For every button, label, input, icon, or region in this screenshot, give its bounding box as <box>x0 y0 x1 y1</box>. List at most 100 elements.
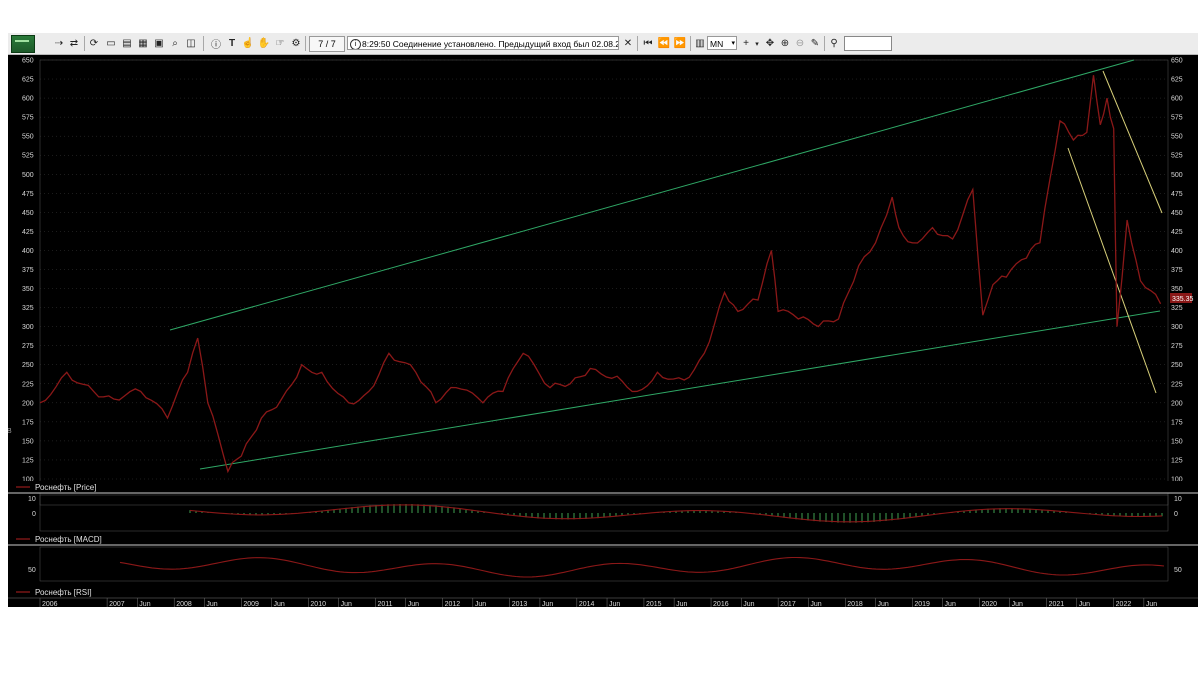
date-tick-label: Jun <box>609 601 620 607</box>
date-tick-label: 2006 <box>42 601 58 607</box>
price-tick-right: 500 <box>1171 172 1183 179</box>
date-tick-label: Jun <box>810 601 821 607</box>
upper-trend-line[interactable] <box>169 59 1135 331</box>
price-tick-left: 225 <box>22 381 34 388</box>
date-tick-label: 2017 <box>780 601 796 607</box>
date-tick-label: 2021 <box>1049 601 1065 607</box>
lower-trend-line[interactable] <box>199 310 1161 470</box>
last-price-value: 335.35 <box>1172 296 1194 303</box>
price-tick-right: 175 <box>1171 419 1183 426</box>
price-tick-left: 525 <box>22 153 34 160</box>
price-tick-right: 425 <box>1171 229 1183 236</box>
date-tick-label: Jun <box>676 601 687 607</box>
price-tick-right: 250 <box>1171 362 1183 369</box>
price-tick-left: 375 <box>22 267 34 274</box>
date-tick-label: Jun <box>341 601 352 607</box>
price-tick-right: 450 <box>1171 210 1183 217</box>
price-tick-left: 550 <box>22 134 34 141</box>
terminal-window: ⇢ ⇄ ⟳ ▭ ▤ ▦ ▣ ⌕ ◫ ⓘ T ☝ ✋ ☞ ⚙ 7 / 7 i 8:… <box>8 33 1198 607</box>
price-tick-right: 650 <box>1171 58 1183 65</box>
price-tick-left: 500 <box>22 172 34 179</box>
yellow-trend-line-2[interactable] <box>1067 147 1157 394</box>
price-tick-right: 400 <box>1171 248 1183 255</box>
price-tick-right: 350 <box>1171 286 1183 293</box>
price-tick-left: 475 <box>22 191 34 198</box>
price-tick-right: 300 <box>1171 324 1183 331</box>
macd-tick-10-right: 10 <box>1174 496 1182 503</box>
price-grid <box>40 59 1168 480</box>
price-tick-right: 200 <box>1171 400 1183 407</box>
date-tick-label: Jun <box>206 601 217 607</box>
price-panel-border <box>39 59 1169 506</box>
price-tick-left: 300 <box>22 324 34 331</box>
date-tick-label: Jun <box>1012 601 1023 607</box>
left-marker: B <box>8 428 12 435</box>
price-tick-left: 450 <box>22 210 34 217</box>
date-tick-label: Jun <box>743 601 754 607</box>
date-tick-label: Jun <box>408 601 419 607</box>
macd-tick-10: 10 <box>28 496 36 503</box>
date-tick-label: 2014 <box>579 601 595 607</box>
date-tick-label: Jun <box>274 601 285 607</box>
price-tick-right: 525 <box>1171 153 1183 160</box>
date-tick-label: 2019 <box>914 601 930 607</box>
rsi-tick-50-right: 50 <box>1174 567 1182 574</box>
price-tick-right: 625 <box>1171 77 1183 84</box>
price-tick-right: 325 <box>1171 305 1183 312</box>
yellow-trend-line-1[interactable] <box>1102 70 1163 214</box>
macd-tick-0-right: 0 <box>1174 511 1178 518</box>
price-axis-right: 1001251501752002252502753003253503754004… <box>1171 58 1183 484</box>
chart-svg[interactable]: 1001251501752002252502753003253503754004… <box>8 33 1198 607</box>
rsi-line[interactable] <box>119 556 1165 578</box>
price-tick-left: 400 <box>22 248 34 255</box>
macd-tick-0: 0 <box>32 511 36 518</box>
price-tick-left: 600 <box>22 96 34 103</box>
price-tick-left: 650 <box>22 58 34 65</box>
date-tick-label: Jun <box>542 601 553 607</box>
macd-line[interactable] <box>189 504 1163 523</box>
price-tick-left: 175 <box>22 419 34 426</box>
price-tick-left: 250 <box>22 362 34 369</box>
date-tick-label: 2013 <box>512 601 528 607</box>
macd-histogram[interactable] <box>189 503 1163 523</box>
price-tick-right: 375 <box>1171 267 1183 274</box>
price-axis-left: 1001251501752002252502753003253503754004… <box>22 58 34 484</box>
date-tick-label: 2015 <box>646 601 662 607</box>
date-tick-label: Jun <box>139 601 150 607</box>
price-panel-label: Роснефть [Price] <box>35 483 96 492</box>
price-line[interactable] <box>39 75 1162 474</box>
price-label-bar <box>8 481 1198 493</box>
price-tick-left: 150 <box>22 438 34 445</box>
date-tick-label: Jun <box>877 601 888 607</box>
price-tick-left: 125 <box>22 457 34 464</box>
price-tick-right: 575 <box>1171 115 1183 122</box>
date-tick-label: Jun <box>475 601 486 607</box>
price-tick-left: 200 <box>22 400 34 407</box>
price-tick-left: 350 <box>22 286 34 293</box>
date-axis: 2006 2007 Jun 2008 Jun 2009 Jun 2010 Jun 2011 Jun 2… <box>39 598 1157 607</box>
rsi-tick-50: 50 <box>28 567 36 574</box>
date-tick-label: 2011 <box>378 601 393 607</box>
date-tick-label: 2007 <box>109 601 125 607</box>
date-tick-label: 2018 <box>847 601 863 607</box>
date-tick-label: 2020 <box>981 601 997 607</box>
date-tick-label: 2016 <box>713 601 729 607</box>
price-tick-left: 275 <box>22 343 34 350</box>
date-tick-label: 2022 <box>1116 601 1132 607</box>
date-tick-label: 2012 <box>445 601 461 607</box>
price-tick-right: 225 <box>1171 381 1183 388</box>
price-tick-left: 425 <box>22 229 34 236</box>
price-tick-left: 625 <box>22 77 34 84</box>
price-tick-right: 275 <box>1171 343 1183 350</box>
macd-panel-label: Роснефть [MACD] <box>35 535 102 544</box>
date-tick-label: 2010 <box>310 601 326 607</box>
date-tick-label: 2008 <box>176 601 192 607</box>
price-tick-right: 125 <box>1171 457 1183 464</box>
date-tick-label: Jun <box>1079 601 1090 607</box>
date-tick-label: Jun <box>945 601 956 607</box>
price-tick-right: 550 <box>1171 134 1183 141</box>
date-tick-label: Jun <box>1146 601 1157 607</box>
date-tick-label: 2009 <box>243 601 259 607</box>
price-tick-left: 575 <box>22 115 34 122</box>
rsi-panel-label: Роснефть [RSI] <box>35 588 92 597</box>
